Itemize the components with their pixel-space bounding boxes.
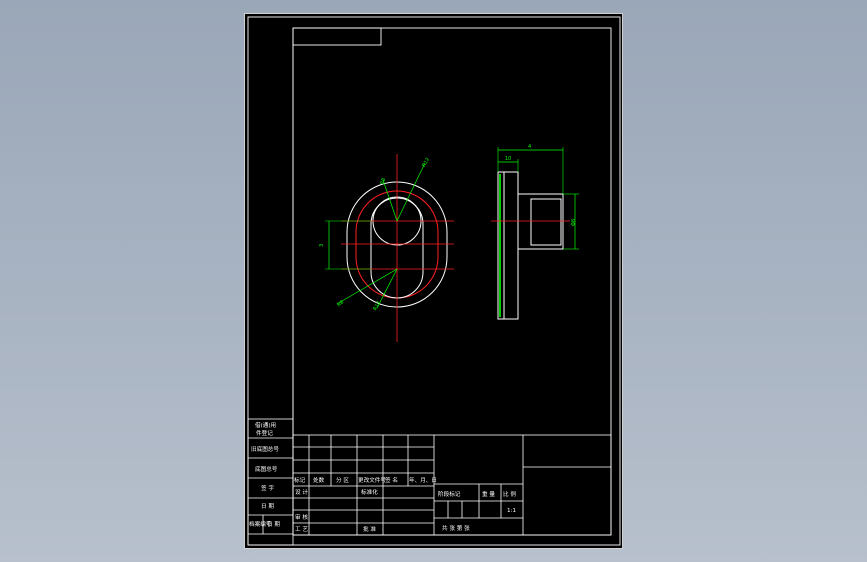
- left-strip-cell3: 底图总号: [255, 465, 278, 473]
- title-block-grid: [292, 434, 612, 536]
- drawing-border: [292, 27, 612, 536]
- side-flange-label: 10: [505, 156, 511, 162]
- rev-header-date: 年、月、日: [409, 476, 437, 484]
- top-radius-label-2: R12: [421, 157, 431, 169]
- side-total-label: 4: [528, 144, 531, 150]
- review-label: 审 核: [295, 513, 308, 521]
- side-view: 4 10 Φ8: [491, 144, 579, 320]
- stage-mark-label: 阶段标记: [438, 490, 461, 498]
- scale-label: 比 例: [503, 490, 516, 498]
- rev-header-count: 处数: [313, 476, 325, 484]
- front-view: R8 R12 R8 R12 3: [319, 154, 454, 342]
- bottom-radius-label: R8: [336, 299, 345, 308]
- flange-plate: [497, 171, 505, 320]
- designer-label: 设 计: [295, 488, 308, 496]
- process-label: 工 艺: [295, 526, 308, 533]
- left-strip-cell1-line1: 借(通)用: [255, 421, 276, 429]
- top-radius-label: R8: [379, 177, 387, 185]
- left-strip-cell5: 日 期: [261, 503, 274, 510]
- approve-label: 批 准: [363, 525, 376, 533]
- left-strip-cell6-date: 日 期: [267, 521, 280, 528]
- side-boss-label: Φ8: [571, 219, 577, 226]
- rev-header-mark: 标记: [294, 476, 306, 484]
- boss-bore: [530, 198, 562, 246]
- left-strip-cell2: 旧底图总号: [251, 445, 279, 453]
- left-dim-label: 3: [319, 244, 325, 247]
- technical-drawing: R8 R12 R8 R12 3 4 10 Φ8 借(通)用 件登记 旧底图总号 …: [247, 16, 621, 546]
- boss: [517, 193, 564, 250]
- rev-header-zone: 分 区: [336, 476, 349, 484]
- rev-header-doc: 更改文件号: [358, 476, 386, 484]
- weight-label: 重 量: [482, 490, 495, 498]
- left-strip-cell4: 签 字: [261, 484, 274, 492]
- hub: [503, 171, 519, 320]
- standardize-label: 标准化: [361, 488, 378, 496]
- rev-header-sign: 签 名: [385, 476, 398, 484]
- left-strip-cell1-line2: 件登记: [256, 429, 273, 437]
- scale-value: 1:1: [507, 508, 516, 514]
- code-box: [292, 27, 382, 46]
- sheets-label: 共 张 第 张: [442, 524, 470, 532]
- drawing-sheet: R8 R12 R8 R12 3 4 10 Φ8 借(通)用 件登记 旧底图总号 …: [244, 13, 623, 549]
